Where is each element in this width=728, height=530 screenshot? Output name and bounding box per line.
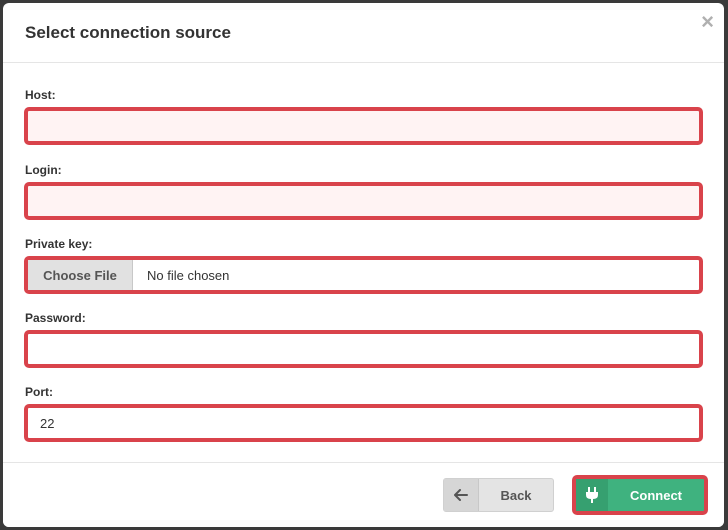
port-field [24,404,703,442]
login-label: Login: [25,163,62,177]
private-key-label: Private key: [25,237,93,251]
host-input[interactable] [28,111,699,141]
password-input[interactable] [28,334,699,364]
password-label: Password: [25,311,86,325]
connect-button[interactable]: Connect [572,475,708,515]
back-button-label: Back [500,487,532,503]
dialog-header: Select connection source × [3,3,724,63]
connect-button-label: Connect [630,487,682,503]
dialog-title: Select connection source [25,23,231,42]
dialog-body: Host: Login: Private key: Choose File No… [3,63,724,461]
host-field [24,107,703,145]
port-input[interactable] [28,408,699,438]
dialog-footer: Back Connect [3,462,724,527]
connection-dialog: Select connection source × Host: Login: … [3,3,724,527]
password-field [24,330,703,368]
choose-file-button[interactable]: Choose File [28,260,133,290]
file-status: No file chosen [147,267,230,283]
login-field [24,182,703,220]
back-button[interactable]: Back [443,478,554,512]
plug-icon [576,479,608,511]
port-label: Port: [25,385,53,399]
private-key-field: Choose File No file chosen [24,256,703,294]
host-label: Host: [25,88,56,102]
arrow-left-icon [444,479,479,511]
login-input[interactable] [28,186,699,216]
close-icon[interactable]: × [701,11,714,33]
